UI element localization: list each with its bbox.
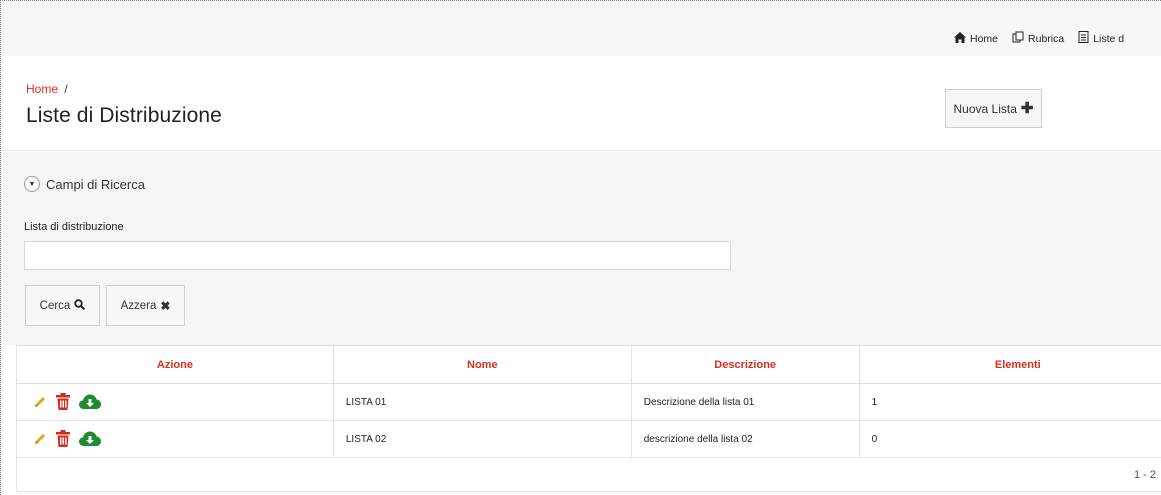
row-actions xyxy=(16,383,334,421)
reset-button-label: Azzera xyxy=(120,299,157,312)
column-header-descrizione[interactable]: Descrizione xyxy=(630,345,860,384)
column-header-elementi[interactable]: Elementi xyxy=(858,345,1161,384)
home-icon xyxy=(954,31,966,46)
app-frame: Home Rubrica Liste d Home / Liste di Dis… xyxy=(0,0,1161,495)
address-book-icon xyxy=(1012,31,1024,46)
nav-rubrica[interactable]: Rubrica xyxy=(1012,31,1064,46)
close-icon: ✖ xyxy=(160,298,171,313)
collapse-toggle-icon: ▼ xyxy=(24,176,40,192)
delete-icon[interactable] xyxy=(55,393,71,411)
row-nome: LISTA 01 xyxy=(332,383,632,421)
lists-table: Azione Nome Descrizione Elementi LISTA 0… xyxy=(16,345,1161,492)
nav-rubrica-label: Rubrica xyxy=(1028,32,1065,45)
table-row: LISTA 01 Descrizione della lista 01 1 xyxy=(16,383,1161,421)
search-panel-title: Campi di Ricerca xyxy=(46,176,145,192)
row-descrizione: Descrizione della lista 01 xyxy=(630,383,860,421)
new-list-button-label: Nuova Lista xyxy=(953,101,1017,116)
search-panel-toggle[interactable]: ▼ Campi di Ricerca xyxy=(24,176,145,192)
nav-liste-label: Liste d xyxy=(1093,32,1125,45)
plus-icon: ✚ xyxy=(1020,100,1034,117)
nav-liste[interactable]: Liste d xyxy=(1078,31,1124,46)
edit-icon[interactable] xyxy=(33,432,47,446)
page-title: Liste di Distribuzione xyxy=(26,104,222,127)
page-header: Home / Liste di Distribuzione Nuova List… xyxy=(2,56,1161,151)
breadcrumb-separator: / xyxy=(64,82,68,96)
table-row: LISTA 02 descrizione della lista 02 0 xyxy=(16,420,1161,458)
cloud-download-icon[interactable] xyxy=(79,431,101,447)
top-nav: Home Rubrica Liste d xyxy=(954,31,1124,46)
edit-icon[interactable] xyxy=(33,395,47,409)
distribution-list-input[interactable] xyxy=(24,241,731,270)
nav-home-label: Home xyxy=(970,32,999,45)
column-header-azione[interactable]: Azione xyxy=(16,345,334,384)
search-button[interactable]: Cerca xyxy=(25,285,100,326)
search-button-label: Cerca xyxy=(39,299,71,312)
column-header-nome[interactable]: Nome xyxy=(332,345,632,384)
pagination-row: 1 - 2 xyxy=(16,457,1161,492)
cloud-download-icon[interactable] xyxy=(79,394,101,410)
search-panel: ▼ Campi di Ricerca Lista di distribuzion… xyxy=(2,152,1161,345)
search-icon xyxy=(74,298,86,313)
new-list-button[interactable]: Nuova Lista ✚ xyxy=(945,89,1042,128)
row-elementi: 1 xyxy=(858,383,1161,421)
row-nome: LISTA 02 xyxy=(332,420,632,458)
row-descrizione: descrizione della lista 02 xyxy=(630,420,860,458)
distribution-list-label: Lista di distribuzione xyxy=(24,221,124,233)
top-navbar: Home Rubrica Liste d xyxy=(2,2,1161,56)
row-actions xyxy=(16,420,334,458)
nav-home[interactable]: Home xyxy=(954,31,999,46)
breadcrumb-home-link[interactable]: Home xyxy=(26,82,58,96)
row-elementi: 0 xyxy=(858,420,1161,458)
document-icon xyxy=(1078,31,1089,46)
reset-button[interactable]: Azzera ✖ xyxy=(106,285,185,326)
pagination-info: 1 - 2 xyxy=(16,457,1161,492)
search-buttons: Cerca Azzera ✖ xyxy=(25,285,185,326)
delete-icon[interactable] xyxy=(55,430,71,448)
lists-table-wrap: Azione Nome Descrizione Elementi LISTA 0… xyxy=(16,345,1161,492)
table-header-row: Azione Nome Descrizione Elementi xyxy=(16,345,1161,384)
breadcrumb: Home / xyxy=(26,82,68,96)
